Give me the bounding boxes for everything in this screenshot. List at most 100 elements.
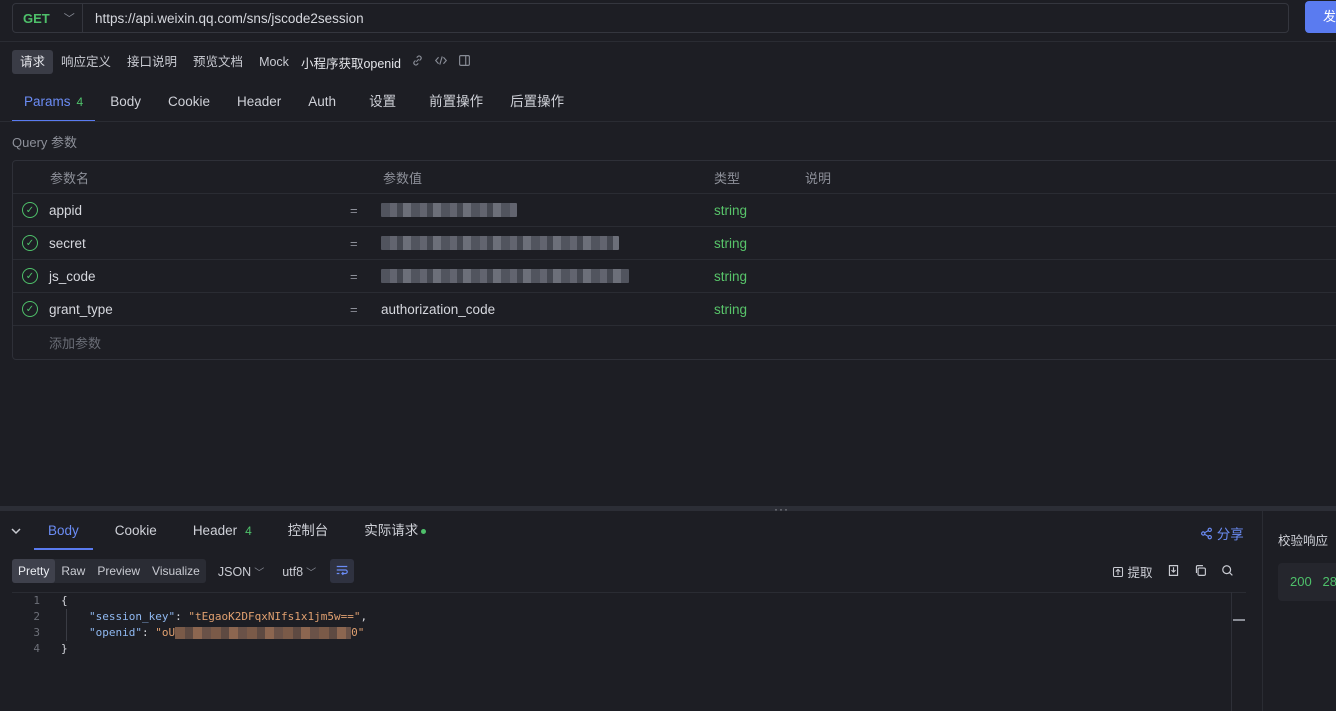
json-string-suffix: 0" [351, 626, 365, 639]
status-dot [421, 528, 427, 534]
check-circle-icon[interactable]: ✓ [22, 202, 38, 218]
url-input[interactable]: https://api.weixin.qq.com/sns/jscode2ses… [83, 11, 364, 26]
response-tab-body[interactable]: Body [34, 514, 93, 550]
word-wrap-icon[interactable] [330, 559, 355, 583]
add-param-placeholder[interactable]: 添加参数 [49, 326, 101, 359]
view-raw-button[interactable]: Raw [55, 559, 91, 583]
tab-post-operations[interactable]: 后置操作 [498, 88, 576, 122]
response-tab-cookie[interactable]: Cookie [101, 514, 171, 550]
code-icon[interactable] [434, 54, 448, 70]
view-pretty-button[interactable]: Pretty [12, 559, 56, 583]
equals-sign: = [350, 301, 358, 317]
share-button[interactable]: 分享 [1200, 523, 1244, 543]
link-icon[interactable] [411, 54, 424, 70]
response-tab-console[interactable]: 控制台 [274, 514, 343, 550]
add-param-row[interactable]: 添加参数 [13, 326, 1336, 359]
param-value-redacted[interactable] [381, 260, 629, 292]
check-circle-icon[interactable]: ✓ [22, 301, 38, 317]
table-row: ✓ secret = string [13, 227, 1336, 260]
request-name[interactable]: 小程序获取openid [301, 53, 401, 72]
tab-pre-operations[interactable]: 前置操作 [417, 88, 495, 122]
method-select[interactable]: GET ﹀ [13, 4, 83, 32]
subtab-preview-doc[interactable]: 预览文档 [185, 50, 251, 74]
param-type[interactable]: string [714, 194, 747, 226]
param-name[interactable]: grant_type [49, 293, 113, 325]
json-comma: , [360, 610, 368, 623]
redacted-value [175, 627, 352, 639]
encoding-value: utf8 [282, 564, 304, 579]
param-type[interactable]: string [714, 227, 747, 259]
query-params-label: Query 参数 [12, 135, 78, 150]
tab-header[interactable]: Header [225, 88, 293, 122]
tab-auth[interactable]: Auth [296, 88, 348, 122]
code-text: { [61, 594, 68, 607]
param-value-redacted[interactable] [381, 194, 517, 226]
subtab-request[interactable]: 请求 [12, 50, 54, 74]
code-text: } [61, 642, 68, 655]
params-count-badge: 4 [76, 95, 84, 109]
param-name[interactable]: appid [49, 194, 82, 226]
response-tab-actual-request[interactable]: 实际请求 [350, 514, 440, 550]
extract-icon [1112, 566, 1124, 578]
param-tabs: Params 4 Body Cookie Header Auth 设置 前置操作 … [12, 88, 579, 122]
response-time: 28 [1322, 574, 1336, 589]
check-circle-icon[interactable]: ✓ [22, 268, 38, 284]
copy-icon[interactable] [1194, 564, 1207, 580]
header-param-value: 参数值 [383, 170, 423, 186]
subtab-response-definition[interactable]: 响应定义 [53, 50, 119, 74]
panel-splitter[interactable] [0, 506, 1336, 511]
line-number: 4 [33, 642, 40, 655]
check-circle-icon[interactable]: ✓ [22, 235, 38, 251]
param-value-redacted[interactable] [381, 227, 619, 259]
chevron-down-icon[interactable] [10, 525, 34, 540]
response-actions: 提取 [1112, 562, 1234, 581]
response-body-editor[interactable]: 1 { 2 "session_key": "tEgaoK2DFqxNIfs1x1… [12, 592, 1246, 711]
extract-button[interactable]: 提取 [1112, 562, 1153, 581]
encoding-select[interactable]: utf8 ﹀ [282, 564, 316, 579]
status-code-box: 200 28 [1278, 563, 1336, 601]
drag-handle-icon[interactable]: ··· [774, 502, 789, 516]
code-line: 2 "session_key": "tEgaoK2DFqxNIfs1x1jm5w… [12, 609, 1246, 625]
search-icon[interactable] [1221, 564, 1234, 580]
editor-scrollbar[interactable] [1231, 592, 1245, 711]
param-type[interactable]: string [714, 293, 747, 325]
response-tabs: Body Cookie Header 4 控制台 实际请求 [10, 514, 448, 550]
param-name[interactable]: js_code [49, 260, 96, 292]
request-subtabs: 请求 响应定义 接口说明 预览文档 Mock 小程序获取openid [12, 50, 471, 74]
chevron-down-icon: ﹀ [63, 13, 75, 25]
view-preview-button[interactable]: Preview [91, 559, 146, 583]
scrollbar-thumb[interactable] [1233, 619, 1245, 621]
equals-sign: = [350, 235, 358, 251]
tab-settings[interactable]: 设置 [357, 88, 408, 122]
subtab-api-doc[interactable]: 接口说明 [119, 50, 185, 74]
header-param-name: 参数名 [50, 170, 90, 186]
view-visualize-button[interactable]: Visualize [146, 559, 206, 583]
content-type-select[interactable]: JSON ﹀ [218, 564, 264, 579]
param-name[interactable]: secret [49, 227, 86, 259]
tab-body[interactable]: Body [98, 88, 153, 122]
tab-params[interactable]: Params 4 [12, 88, 96, 122]
actual-request-label: 实际请求 [364, 523, 419, 538]
panel-layout-icon[interactable] [458, 54, 471, 70]
equals-sign: = [350, 268, 358, 284]
code-line: 1 { [12, 593, 1246, 609]
response-format-bar: Pretty Raw Preview Visualize JSON ﹀ utf8 ﹀ [12, 559, 355, 583]
divider [0, 41, 1336, 42]
line-number: 3 [33, 626, 40, 639]
download-icon[interactable] [1167, 564, 1180, 580]
param-type[interactable]: string [714, 260, 747, 292]
response-tab-header[interactable]: Header 4 [179, 514, 266, 550]
share-label: 分享 [1216, 527, 1244, 542]
send-button[interactable]: 发 [1305, 1, 1336, 33]
status-code: 200 [1290, 574, 1312, 589]
tab-params-label: Params [24, 94, 71, 109]
verify-response-label[interactable]: 校验响应 [1278, 530, 1328, 549]
subtab-mock[interactable]: Mock [251, 50, 297, 74]
tab-cookie[interactable]: Cookie [156, 88, 222, 122]
code-line: 3 "openid": "oU 0" [12, 625, 1246, 641]
json-key: "session_key" [89, 610, 176, 623]
code-line: 4 } [12, 641, 1246, 657]
table-row: ✓ appid = string [13, 194, 1336, 227]
param-value[interactable]: authorization_code [381, 293, 495, 325]
code-text: "openid": "oU 0" [89, 626, 365, 639]
